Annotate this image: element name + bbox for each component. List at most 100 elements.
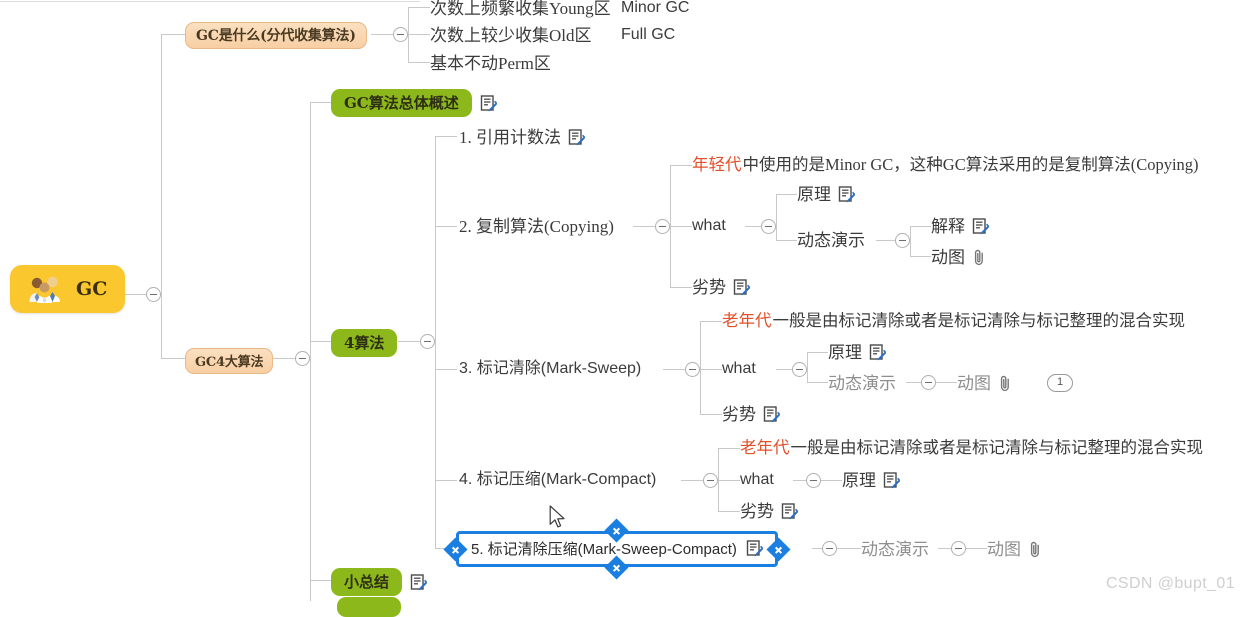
node-algo2-demo[interactable]: 动态演示: [797, 230, 865, 250]
note-icon[interactable]: [869, 343, 886, 361]
node-algo5-gif[interactable]: 动图: [987, 539, 1042, 559]
node-algo3-gif-label: 动图: [957, 373, 991, 393]
algo3-child-line-3: [700, 414, 722, 415]
paperclip-icon[interactable]: [972, 249, 986, 266]
node-algo3-gif[interactable]: 动图: [957, 373, 1012, 393]
node-4algorithms-shape[interactable]: 4算法: [331, 329, 398, 357]
node-young-region[interactable]: 次数上频繁收集Young区: [430, 0, 611, 17]
root-spine-line: [161, 34, 162, 358]
algo5-demo-toggle-line: [938, 548, 951, 549]
node-4algorithms[interactable]: 4算法: [331, 329, 398, 357]
node-algo2-gif[interactable]: 动图: [931, 247, 986, 267]
node-algo2-what[interactable]: what: [692, 216, 726, 236]
node-algo2-principle[interactable]: 原理: [797, 184, 855, 204]
node-algo2-principle-label: 原理: [797, 184, 831, 204]
algo2-demo-child-line-1: [910, 226, 931, 227]
algo4item-child-line-2: [718, 480, 740, 481]
algo5-demo-collapse-toggle[interactable]: [951, 541, 966, 556]
note-icon[interactable]: [763, 405, 780, 423]
gc4-collapse-toggle[interactable]: [295, 351, 310, 366]
algo4-what-collapse-toggle[interactable]: [806, 473, 821, 488]
node-young-gen-note[interactable]: 年轻代 中使用的是Minor GC，这种GC算法采用的是复制算法(Copying): [692, 155, 1199, 175]
root-branch2-line: [161, 358, 185, 359]
node-algo2-gif-label: 动图: [931, 247, 965, 267]
algo3-child-line-1: [700, 321, 722, 322]
algo4item-collapse-toggle[interactable]: [703, 473, 718, 488]
algo3-what-child-spine: [807, 352, 808, 382]
what-is-gc-collapse-toggle[interactable]: [393, 27, 408, 42]
node-algo-3[interactable]: 3. 标记清除(Mark-Sweep): [459, 359, 641, 379]
algo3-collapse-toggle[interactable]: [685, 362, 700, 377]
node-algo4-principle[interactable]: 原理: [842, 470, 900, 490]
root-node-shape[interactable]: GC: [10, 265, 126, 313]
node-young-region-tag: Minor GC: [621, 0, 689, 16]
node-algo-1[interactable]: 1. 引用计数法: [459, 127, 585, 147]
algo2-collapse-toggle[interactable]: [655, 219, 670, 234]
algo3-what-collapse-toggle[interactable]: [792, 362, 807, 377]
algo3-demo-collapse-toggle[interactable]: [921, 375, 936, 390]
algo2-demo-toggle-line: [876, 240, 895, 241]
node-algo2-explain[interactable]: 解释: [931, 216, 989, 236]
node-algo4-what[interactable]: what: [740, 470, 774, 490]
node-algo2-disadvantage[interactable]: 劣势: [692, 277, 750, 297]
root-node[interactable]: GC: [10, 265, 126, 313]
note-icon[interactable]: [733, 278, 750, 296]
node-young-gen-note-rest: 中使用的是Minor GC，这种GC算法采用的是复制算法(Copying): [742, 154, 1199, 174]
algo4-what-toggle-line: [793, 480, 806, 481]
node-algo-5-selected[interactable]: 5. 标记清除压缩(Mark-Sweep-Compact): [443, 518, 791, 580]
algo2-demo-collapse-toggle[interactable]: [895, 233, 910, 248]
node-algo-2[interactable]: 2. 复制算法(Copying): [459, 216, 614, 236]
node-algo3-disadvantage[interactable]: 劣势: [722, 404, 780, 424]
algo5-collapse-toggle[interactable]: [822, 541, 837, 556]
algo4-collapse-toggle[interactable]: [420, 334, 435, 349]
node-algo3-principle[interactable]: 原理: [828, 342, 886, 362]
note-icon[interactable]: [410, 573, 428, 591]
node-algo3-disadvantage-label: 劣势: [722, 404, 756, 424]
note-icon[interactable]: [781, 502, 798, 520]
node-old-region[interactable]: 次数上较少收集Old区: [430, 26, 592, 44]
node-old-gen-note-sweep[interactable]: 老年代 一般是由标记清除或者是标记清除与标记整理的混合实现: [722, 311, 1185, 331]
note-icon[interactable]: [883, 471, 900, 489]
node-algo5-gif-label: 动图: [987, 539, 1021, 559]
node-algo3-what[interactable]: what: [722, 359, 756, 379]
note-icon[interactable]: [746, 540, 763, 557]
root-collapse-toggle[interactable]: [146, 287, 161, 302]
root-connector-line: [123, 294, 146, 295]
people-group-icon: [28, 275, 62, 303]
node-gc4[interactable]: GC4大算法: [185, 348, 274, 374]
node-algo3-demo-label: 动态演示: [828, 373, 896, 393]
node-algo3-gif-count-badge[interactable]: 1: [1047, 374, 1074, 393]
node-algo-4[interactable]: 4. 标记压缩(Mark-Compact): [459, 470, 656, 490]
node-gc4-shape[interactable]: GC4大算法: [185, 348, 274, 374]
algo2-child-line-3: [670, 287, 692, 288]
canvas-top-edge-line: [0, 1, 420, 2]
node-gc-overview-shape[interactable]: GC算法总体概述: [331, 89, 472, 117]
mindmap-canvas[interactable]: GC GC是什么(分代收集算法) 次数上频繁收集Young区 Minor GC …: [0, 0, 1251, 617]
node-gc-overview[interactable]: GC算法总体概述: [331, 89, 497, 117]
note-icon[interactable]: [568, 128, 585, 146]
node-below-summary-clipped[interactable]: [337, 597, 401, 617]
node-old-gen-note-sweep-rest: 一般是由标记清除或者是标记清除与标记整理的混合实现: [772, 310, 1186, 330]
node-summary-shape[interactable]: 小总结: [331, 568, 403, 596]
node-summary[interactable]: 小总结: [331, 568, 428, 596]
node-perm-region[interactable]: 基本不动Perm区: [430, 54, 551, 72]
note-icon[interactable]: [972, 217, 989, 235]
node-algo2-demo-label: 动态演示: [797, 230, 865, 250]
node-algo4-principle-label: 原理: [842, 470, 876, 490]
node-algo4-disadvantage[interactable]: 劣势: [740, 501, 798, 521]
node-algo2-disadvantage-label: 劣势: [692, 277, 726, 297]
algo4-toggle-line: [398, 341, 420, 342]
algo2-what-child-line-1: [776, 194, 797, 195]
algo2-toggle-line: [633, 226, 655, 227]
note-icon[interactable]: [838, 185, 855, 203]
note-icon[interactable]: [480, 94, 497, 112]
paperclip-icon[interactable]: [998, 375, 1012, 392]
node-algo5-demo[interactable]: 动态演示: [861, 539, 929, 559]
node-what-is-gc-shape[interactable]: GC是什么(分代收集算法): [185, 22, 367, 49]
paperclip-icon[interactable]: [1028, 541, 1042, 558]
algo2-what-collapse-toggle[interactable]: [761, 219, 776, 234]
node-old-gen-note-compact[interactable]: 老年代 一般是由标记清除或者是标记清除与标记整理的混合实现: [740, 438, 1203, 458]
node-algo3-demo[interactable]: 动态演示: [828, 373, 896, 393]
node-what-is-gc[interactable]: GC是什么(分代收集算法): [185, 22, 367, 49]
node-young-region-tag-label: Minor GC: [621, 0, 690, 16]
